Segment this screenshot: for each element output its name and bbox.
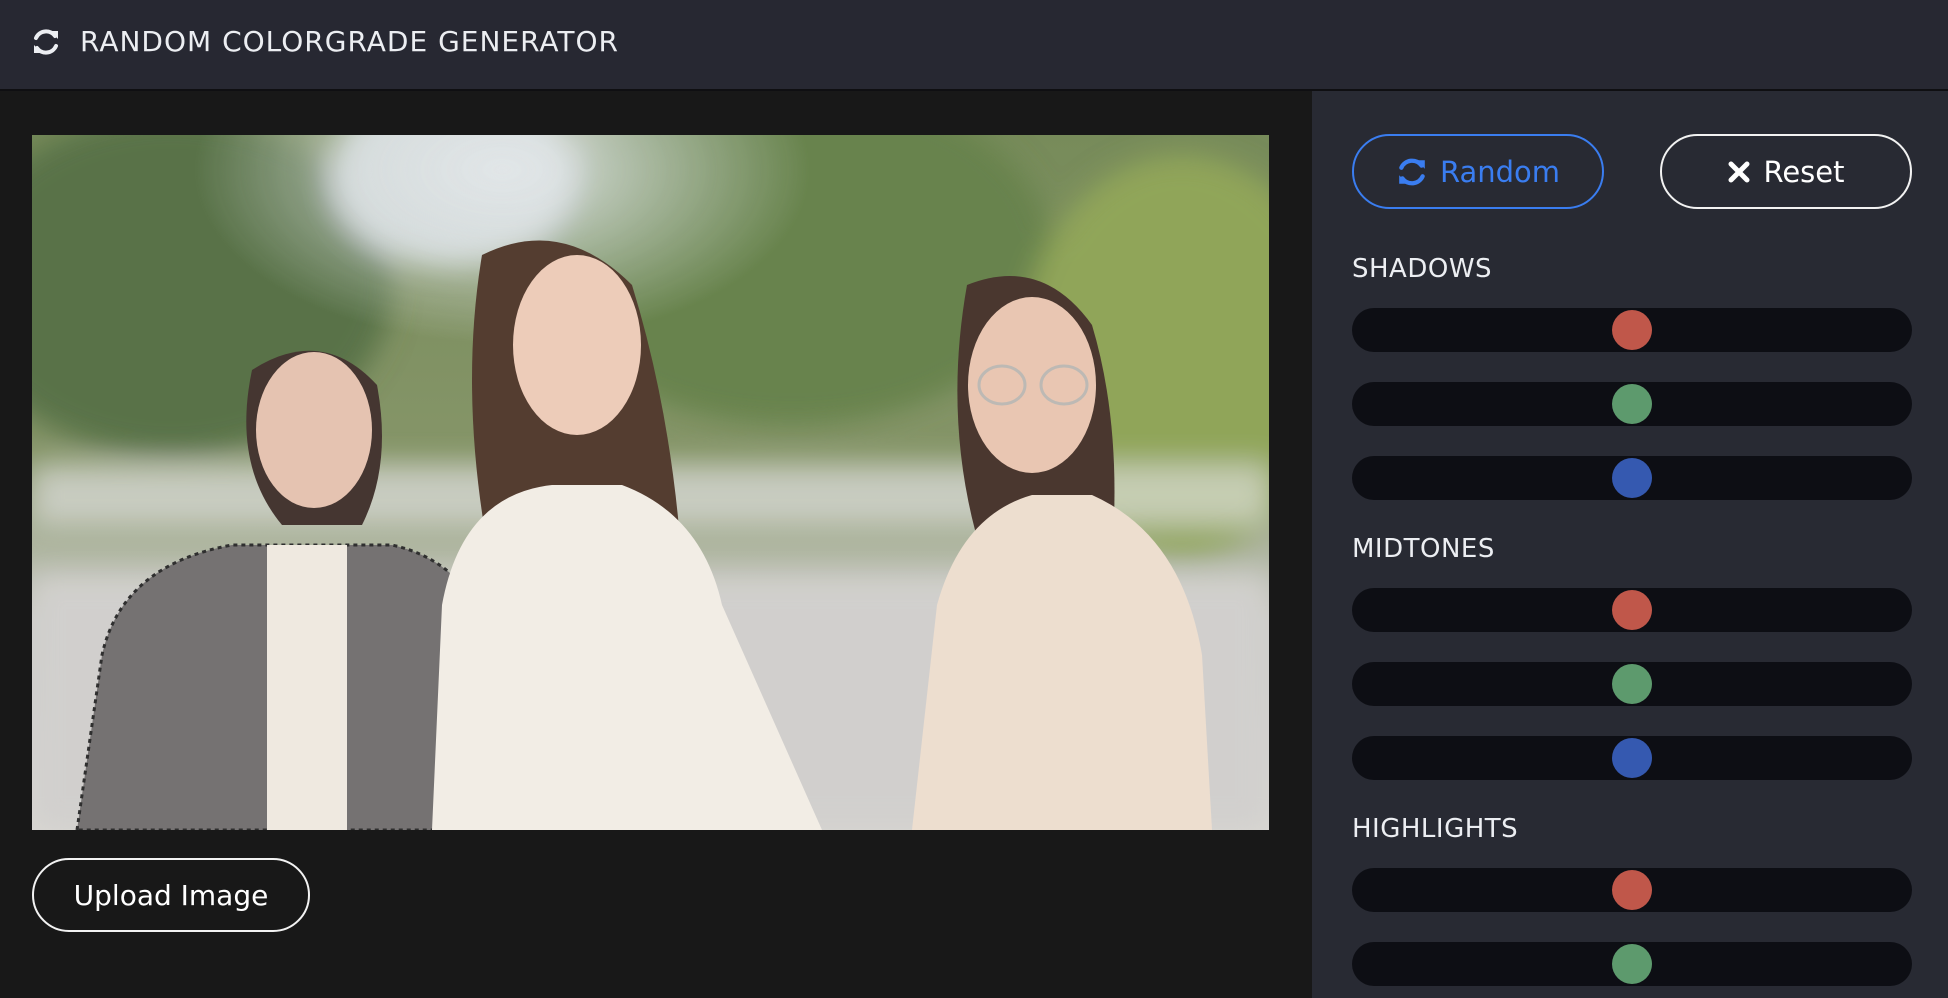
controls-panel: Random Reset SHADOWS MIDTONES HIGHLIGHTS (1312, 91, 1948, 998)
reset-button[interactable]: Reset (1660, 134, 1912, 209)
upload-image-button[interactable]: Upload Image (32, 858, 310, 932)
preview-image (32, 135, 1269, 830)
midtones-blue-slider[interactable] (1352, 736, 1912, 780)
shadows-red-knob[interactable] (1612, 310, 1652, 350)
shadows-green-knob[interactable] (1612, 384, 1652, 424)
midtones-red-knob[interactable] (1612, 590, 1652, 630)
reset-button-label: Reset (1763, 154, 1845, 189)
image-workspace: Upload Image (0, 91, 1312, 998)
highlights-red-slider[interactable] (1352, 868, 1912, 912)
highlights-green-knob[interactable] (1612, 944, 1652, 984)
highlights-red-knob[interactable] (1612, 870, 1652, 910)
midtones-green-knob[interactable] (1612, 664, 1652, 704)
shadows-label: SHADOWS (1352, 254, 1493, 284)
midtones-label: MIDTONES (1352, 534, 1495, 564)
random-button[interactable]: Random (1352, 134, 1604, 209)
shadows-green-slider[interactable] (1352, 382, 1912, 426)
shadows-blue-knob[interactable] (1612, 458, 1652, 498)
refresh-icon (34, 29, 58, 55)
app-title: RANDOM COLORGRADE GENERATOR (80, 25, 620, 58)
photo-of-three-people (32, 135, 1269, 830)
midtones-blue-knob[interactable] (1612, 738, 1652, 778)
refresh-icon (1399, 158, 1425, 185)
random-button-label: Random (1439, 154, 1561, 189)
shadows-red-slider[interactable] (1352, 308, 1912, 352)
highlights-label: HIGHLIGHTS (1352, 814, 1519, 844)
shadows-blue-slider[interactable] (1352, 456, 1912, 500)
midtones-green-slider[interactable] (1352, 662, 1912, 706)
highlights-green-slider[interactable] (1352, 942, 1912, 986)
top-bar: RANDOM COLORGRADE GENERATOR (0, 0, 1948, 91)
midtones-red-slider[interactable] (1352, 588, 1912, 632)
close-icon (1728, 161, 1750, 182)
